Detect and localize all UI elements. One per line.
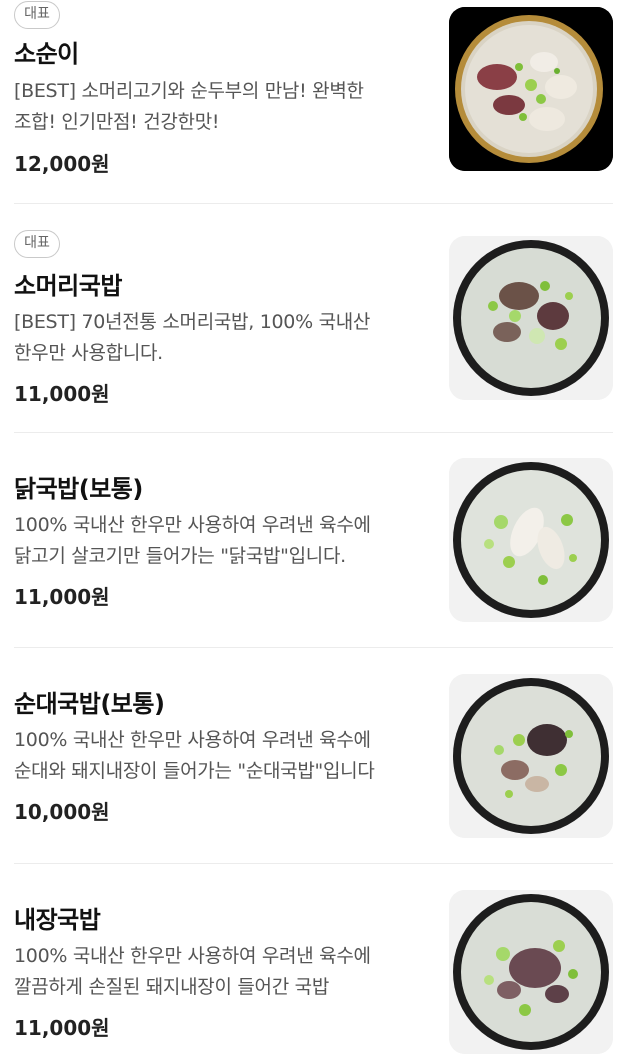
menu-item-someori-gukbap[interactable]: 대표 소머리국밥 [BEST] 70년전통 소머리국밥, 100% 국내산 한우…: [0, 204, 637, 432]
soup-bowl-icon: [449, 890, 613, 1054]
description-line: 순대와 돼지내장이 들어가는 "순대국밥"입니다: [14, 760, 375, 782]
menu-item-description: 100% 국내산 한우만 사용하여 우려낸 육수에 닭고기 살코기만 들어가는 …: [14, 510, 434, 572]
description-line: 닭고기 살코기만 들어가는 "닭국밥"입니다.: [14, 545, 346, 567]
description-line: [BEST] 소머리고기와 순두부의 만남! 완벽한: [14, 80, 364, 102]
menu-item-name: 내장국밥: [14, 906, 101, 934]
description-line: 한우만 사용합니다.: [14, 342, 163, 364]
description-line: 조합! 인기만점! 건강한맛!: [14, 111, 220, 133]
description-line: 100% 국내산 한우만 사용하여 우려낸 육수에: [14, 729, 371, 751]
menu-item-sosuni[interactable]: 대표 소순이 [BEST] 소머리고기와 순두부의 만남! 완벽한 조합! 인기…: [0, 0, 637, 204]
menu-item-name: 소머리국밥: [14, 272, 122, 300]
menu-item-description: 100% 국내산 한우만 사용하여 우려낸 육수에 순대와 돼지내장이 들어가는…: [14, 725, 434, 787]
menu-item-name: 소순이: [14, 40, 79, 68]
menu-item-price: 11,000원: [14, 1016, 110, 1040]
menu-item-name: 닭국밥(보통): [14, 475, 143, 503]
menu-item-name: 순대국밥(보통): [14, 690, 165, 718]
menu-item-description: [BEST] 소머리고기와 순두부의 만남! 완벽한 조합! 인기만점! 건강한…: [14, 76, 434, 138]
description-line: 100% 국내산 한우만 사용하여 우려낸 육수에: [14, 514, 371, 536]
menu-item-sundae-gukbap[interactable]: 순대국밥(보통) 100% 국내산 한우만 사용하여 우려낸 육수에 순대와 돼…: [0, 648, 637, 863]
menu-item-naejang-gukbap[interactable]: 내장국밥 100% 국내산 한우만 사용하여 우려낸 육수에 깔끔하게 손질된 …: [0, 864, 637, 1059]
menu-item-description: 100% 국내산 한우만 사용하여 우려낸 육수에 깔끔하게 손질된 돼지내장이…: [14, 941, 434, 1003]
menu-item-price: 11,000원: [14, 585, 110, 609]
description-line: 100% 국내산 한우만 사용하여 우려낸 육수에: [14, 945, 371, 967]
menu-item-price: 10,000원: [14, 800, 110, 824]
menu-item-dak-gukbap[interactable]: 닭국밥(보통) 100% 국내산 한우만 사용하여 우려낸 육수에 닭고기 살코…: [0, 433, 637, 648]
signature-badge: 대표: [14, 1, 60, 29]
menu-item-image[interactable]: [449, 7, 613, 171]
description-line: [BEST] 70년전통 소머리국밥, 100% 국내산: [14, 311, 371, 333]
menu-item-price: 12,000원: [14, 152, 110, 176]
menu-item-image[interactable]: [449, 458, 613, 622]
description-line: 깔끔하게 손질된 돼지내장이 들어간 국밥: [14, 976, 330, 998]
menu-list: 대표 소순이 [BEST] 소머리고기와 순두부의 만남! 완벽한 조합! 인기…: [0, 0, 637, 1059]
menu-item-image[interactable]: [449, 890, 613, 1054]
soup-bowl-icon: [449, 458, 613, 622]
soup-bowl-icon: [449, 674, 613, 838]
menu-item-price: 11,000원: [14, 382, 110, 406]
soup-bowl-brass-icon: [449, 7, 613, 171]
signature-badge: 대표: [14, 230, 60, 258]
menu-item-image[interactable]: [449, 674, 613, 838]
menu-item-image[interactable]: [449, 236, 613, 400]
soup-bowl-icon: [449, 236, 613, 400]
menu-item-description: [BEST] 70년전통 소머리국밥, 100% 국내산 한우만 사용합니다.: [14, 307, 434, 369]
